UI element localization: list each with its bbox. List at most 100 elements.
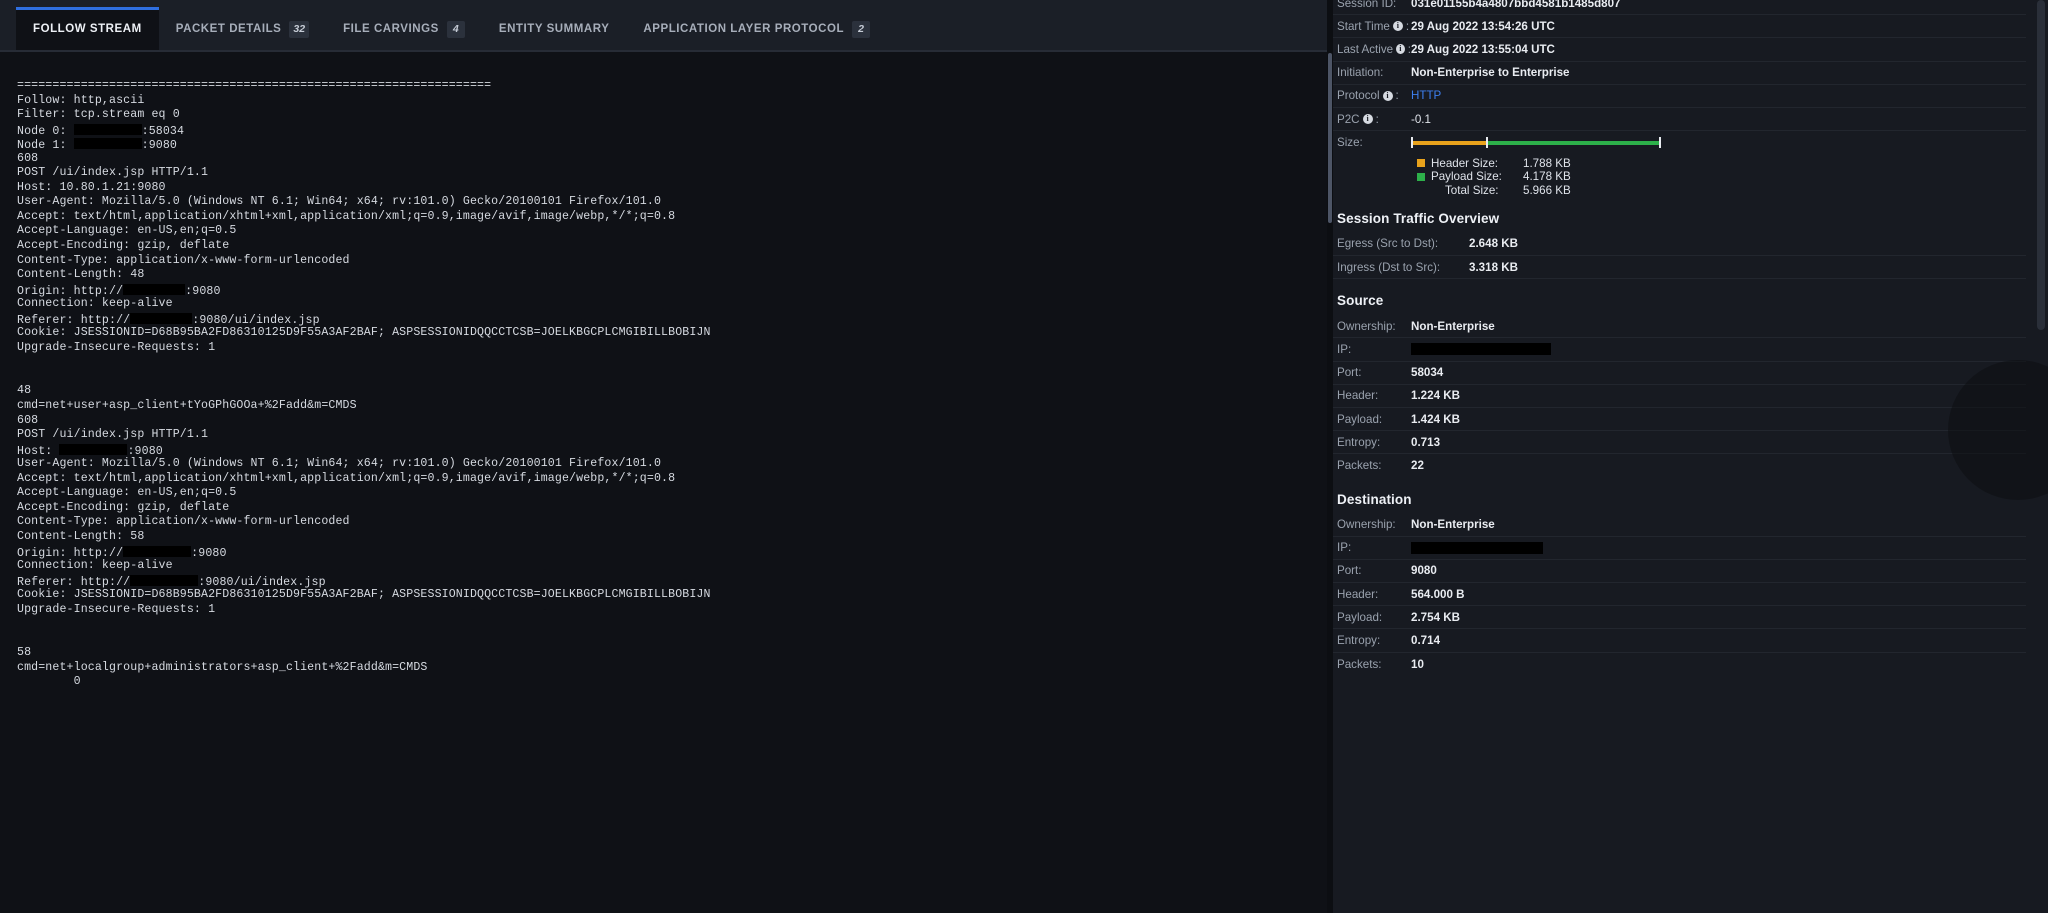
stream-line: Connection: keep-alive bbox=[17, 559, 173, 573]
source-label: Entropy: bbox=[1337, 435, 1381, 449]
stream-line: Host: :9080 bbox=[17, 443, 1327, 458]
tab-follow-stream[interactable]: Follow Stream bbox=[16, 7, 159, 51]
source-label: Ownership: bbox=[1337, 319, 1396, 333]
stream-line: cmd=net+localgroup+administrators+asp_cl… bbox=[17, 660, 428, 674]
redacted-ip-block bbox=[73, 138, 142, 150]
source-label: IP: bbox=[1337, 342, 1352, 356]
last-active-value: 29 Aug 2022 13:55:04 UTC bbox=[1411, 42, 1555, 56]
stream-line: 608 bbox=[17, 413, 39, 427]
redacted-ip-block bbox=[123, 545, 192, 557]
stream-line: User-Agent: Mozilla/5.0 (Windows NT 6.1;… bbox=[17, 457, 662, 471]
source-row-ip: IP: bbox=[1333, 338, 2026, 362]
legend-row-payload-size: Payload Size: 4.178 KB bbox=[1333, 170, 2026, 184]
destination-label: Ownership: bbox=[1337, 518, 1396, 532]
redacted-ip-block bbox=[130, 312, 193, 324]
destination-label: Packets: bbox=[1337, 657, 1382, 671]
egress-value: 2.648 KB bbox=[1469, 237, 1518, 251]
destination-value: 2.754 KB bbox=[1411, 610, 1460, 624]
stream-line-prefix: Host: bbox=[17, 444, 60, 458]
stream-line-suffix: :9080 bbox=[127, 444, 163, 458]
stream-line: Follow: http,ascii bbox=[17, 93, 145, 107]
size-bar-chart bbox=[1411, 137, 1661, 149]
tab-label: Entity Summary bbox=[498, 23, 610, 35]
details-scrollbar-thumb[interactable] bbox=[2037, 0, 2045, 330]
info-icon[interactable]: i bbox=[1392, 21, 1403, 32]
source-row-header: Header: 1.224 KB bbox=[1333, 385, 2026, 408]
redacted-ip-block bbox=[59, 443, 128, 455]
detail-row-last-active: Last Active i: 29 Aug 2022 13:55:04 UTC bbox=[1333, 38, 2026, 62]
tab-badge-count: 2 bbox=[852, 20, 871, 38]
tab-badge-count: 32 bbox=[289, 20, 310, 38]
tab-packet-details[interactable]: Packet Details 32 bbox=[159, 7, 326, 51]
stream-line: Upgrade-Insecure-Requests: 1 bbox=[17, 340, 216, 354]
session-details-panel: Session ID: 031e01155b4a4807bbd4581b1485… bbox=[1333, 0, 2048, 913]
stream-line: Content-Length: 48 bbox=[17, 268, 145, 282]
destination-redacted-ip-block bbox=[1411, 541, 1543, 554]
tab-label: Follow Stream bbox=[33, 23, 142, 35]
protocol-value-link[interactable]: HTTP bbox=[1411, 89, 1441, 102]
stream-line: Cookie: JSESSIONID=D68B95BA2FD86310125D9… bbox=[17, 588, 711, 602]
start-time-value: 29 Aug 2022 13:54:26 UTC bbox=[1411, 19, 1555, 33]
stream-line: Node 1: :9080 bbox=[17, 137, 1327, 152]
source-row-packets: Packets: 22 bbox=[1333, 454, 2026, 477]
legend-row-total-size: Total Size: 5.966 KB bbox=[1333, 183, 2026, 197]
stream-line: Referer: http://:9080/ui/index.jsp bbox=[17, 312, 1327, 327]
info-icon[interactable]: i bbox=[1362, 114, 1373, 125]
detail-row-initiation: Initiation: Non-Enterprise to Enterprise bbox=[1333, 62, 2026, 85]
stream-line-suffix: :9080/ui/index.jsp bbox=[198, 575, 326, 589]
info-icon[interactable]: i bbox=[1396, 44, 1405, 55]
start-time-label-text: Start Time bbox=[1337, 19, 1390, 33]
source-row-payload: Payload: 1.424 KB bbox=[1333, 408, 2026, 432]
session-detail-screen: Follow Stream Packet Details 32 File Carvin… bbox=[0, 0, 2048, 913]
start-time-label: Start Time i: bbox=[1337, 19, 1410, 33]
stream-line bbox=[17, 617, 1327, 632]
stream-line: Accept-Encoding: gzip, deflate bbox=[17, 500, 230, 514]
stream-line: Origin: http://:9080 bbox=[17, 545, 1327, 560]
stream-line: Filter: tcp.stream eq 0 bbox=[17, 108, 180, 122]
destination-row-entropy: Entropy: 0.714 bbox=[1333, 629, 2026, 653]
tab-application-layer-protocol[interactable]: Application Layer Protocol 2 bbox=[626, 7, 887, 51]
info-icon[interactable]: i bbox=[1382, 90, 1393, 101]
total-size-value: 5.966 KB bbox=[1523, 183, 1571, 197]
payload-size-swatch-icon bbox=[1417, 172, 1425, 181]
detail-row-protocol: Protocol i: HTTP bbox=[1333, 85, 2026, 108]
stream-line: Referer: http:// :9080/ui/index.jsp bbox=[17, 574, 1327, 589]
destination-value: 9080 bbox=[1411, 564, 1437, 578]
stream-line-suffix: :58034 bbox=[141, 124, 185, 138]
stream-line: Origin: http://:9080 bbox=[17, 283, 1327, 298]
source-row-port: Port: 58034 bbox=[1333, 362, 2026, 385]
source-value: 1.224 KB bbox=[1411, 389, 1460, 403]
source-row-ownership: Ownership: Non-Enterprise bbox=[1333, 315, 2026, 339]
destination-section-title: Destination bbox=[1337, 491, 1412, 507]
stream-line-prefix: Referer: http:// bbox=[17, 575, 131, 589]
p2c-label-text: P2C bbox=[1337, 112, 1360, 126]
stream-line-prefix: Node 1: bbox=[17, 139, 74, 153]
session-id-value: 031e01155b4a4807bbd4581b1485d807 bbox=[1411, 0, 1621, 10]
stream-line bbox=[17, 355, 1327, 370]
source-redacted-ip-block bbox=[1411, 343, 1551, 356]
ingress-label: Ingress (Dst to Src): bbox=[1337, 260, 1441, 274]
detail-row-p2c: P2C i: -0.1 bbox=[1333, 108, 2026, 132]
tab-bar: Follow Stream Packet Details 32 File Carvin… bbox=[0, 0, 1327, 52]
destination-row-ownership: Ownership: Non-Enterprise bbox=[1333, 514, 2026, 537]
session-id-label: Session ID: bbox=[1337, 0, 1397, 10]
stream-line-suffix: :9080 bbox=[141, 139, 178, 153]
source-value: 0.713 bbox=[1411, 435, 1441, 449]
tab-entity-summary[interactable]: Entity Summary bbox=[482, 7, 627, 51]
stream-line: 0 bbox=[17, 675, 81, 689]
destination-label: Header: bbox=[1337, 587, 1379, 601]
p2c-value: -0.1 bbox=[1411, 112, 1431, 126]
protocol-label: Protocol i: bbox=[1337, 89, 1399, 103]
follow-stream-scroll-area[interactable]: ========================================… bbox=[0, 52, 1327, 913]
header-size-value: 1.788 KB bbox=[1523, 156, 1571, 170]
header-size-swatch-icon bbox=[1417, 159, 1425, 168]
details-scrollbar[interactable] bbox=[2037, 0, 2045, 913]
p2c-label: P2C i: bbox=[1337, 112, 1379, 126]
follow-stream-text: ========================================… bbox=[0, 52, 1327, 690]
destination-value: Non-Enterprise bbox=[1411, 518, 1495, 532]
destination-row-port: Port: 9080 bbox=[1333, 560, 2026, 584]
stream-line: POST /ui/index.jsp HTTP/1.1 bbox=[17, 166, 209, 180]
destination-row-header: Header: 564.000 B bbox=[1333, 583, 2026, 607]
tab-file-carvings[interactable]: File Carvings 4 bbox=[326, 7, 482, 51]
pane-splitter-handle[interactable] bbox=[1328, 53, 1332, 223]
